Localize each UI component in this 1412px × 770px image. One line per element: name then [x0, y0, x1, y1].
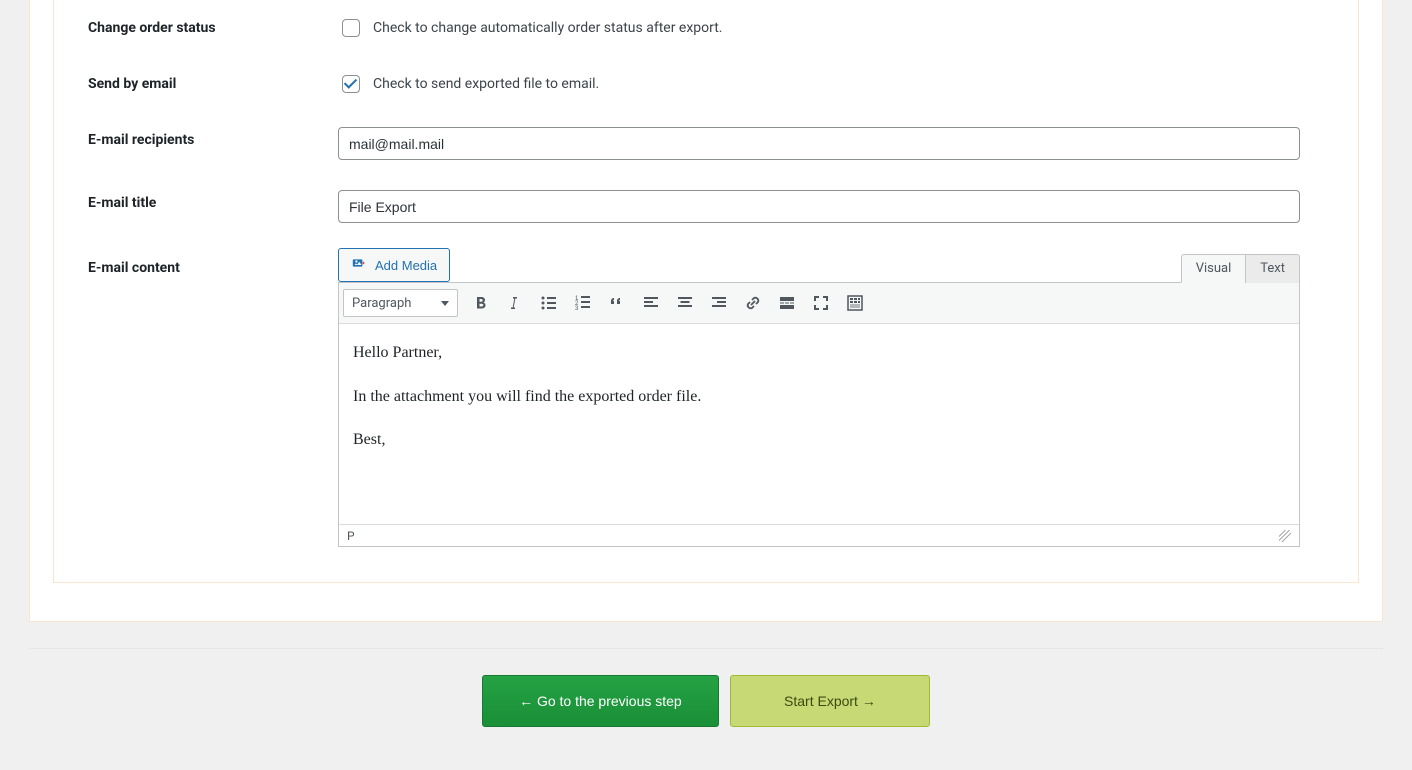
- link-icon: [743, 293, 763, 313]
- toolbar-toggle-icon: [845, 293, 865, 313]
- change-order-status-caption: Check to change automatically order stat…: [373, 20, 723, 36]
- email-recipients-input[interactable]: [338, 127, 1300, 160]
- row-send-by-email: Send by email Check to send exported fil…: [88, 56, 1324, 112]
- numbered-list-button[interactable]: 123: [566, 287, 600, 319]
- fullscreen-button[interactable]: [804, 287, 838, 319]
- format-select-label: Paragraph: [352, 296, 411, 311]
- align-center-icon: [675, 293, 695, 313]
- italic-button[interactable]: [498, 287, 532, 319]
- media-icon: [351, 257, 369, 273]
- bold-button[interactable]: [464, 287, 498, 319]
- align-right-button[interactable]: [702, 287, 736, 319]
- read-more-icon: [777, 293, 797, 313]
- row-email-content: E-mail content: [88, 238, 1324, 562]
- tab-text[interactable]: Text: [1245, 254, 1300, 283]
- editor-paragraph: In the attachment you will find the expo…: [353, 384, 1285, 410]
- label-change-order-status: Change order status: [88, 0, 338, 56]
- align-left-icon: [641, 293, 661, 313]
- add-media-button[interactable]: Add Media: [338, 248, 450, 282]
- chevron-down-icon: [441, 301, 449, 306]
- email-title-input[interactable]: [338, 190, 1300, 223]
- align-center-button[interactable]: [668, 287, 702, 319]
- tab-visual[interactable]: Visual: [1181, 254, 1246, 283]
- bold-icon: [471, 293, 491, 313]
- bullet-list-icon: [539, 293, 559, 313]
- resize-handle[interactable]: [1279, 530, 1291, 542]
- label-email-title: E-mail title: [88, 175, 338, 238]
- svg-text:3: 3: [575, 306, 579, 312]
- align-right-icon: [709, 293, 729, 313]
- blockquote-button[interactable]: [600, 287, 634, 319]
- send-by-email-field[interactable]: Check to send exported file to email.: [338, 72, 1324, 96]
- row-change-order-status: Change order status Check to change auto…: [88, 0, 1324, 56]
- bullet-list-button[interactable]: [532, 287, 566, 319]
- label-email-content: E-mail content: [88, 238, 338, 562]
- toolbar-toggle-button[interactable]: [838, 287, 872, 319]
- read-more-button[interactable]: [770, 287, 804, 319]
- label-send-by-email: Send by email: [88, 56, 338, 112]
- start-export-button[interactable]: Start Export →: [730, 675, 930, 727]
- fullscreen-icon: [811, 293, 831, 313]
- change-order-status-field[interactable]: Check to change automatically order stat…: [338, 16, 1324, 40]
- italic-icon: [505, 293, 525, 313]
- format-select[interactable]: Paragraph: [343, 289, 458, 317]
- label-email-recipients: E-mail recipients: [88, 112, 338, 175]
- send-by-email-caption: Check to send exported file to email.: [373, 76, 599, 92]
- editor-element-path[interactable]: P: [347, 529, 355, 543]
- row-email-recipients: E-mail recipients: [88, 112, 1324, 175]
- change-order-status-checkbox[interactable]: [342, 19, 360, 37]
- send-by-email-checkbox[interactable]: [342, 75, 360, 93]
- editor-paragraph: Best,: [353, 427, 1285, 453]
- link-button[interactable]: [736, 287, 770, 319]
- add-media-label: Add Media: [375, 258, 437, 273]
- numbered-list-icon: 123: [573, 293, 593, 313]
- quote-icon: [607, 293, 627, 313]
- previous-step-button[interactable]: ← Go to the previous step: [482, 675, 719, 727]
- editor-body[interactable]: Hello Partner, In the attachment you wil…: [339, 324, 1299, 524]
- editor: Paragraph: [338, 282, 1300, 547]
- editor-paragraph: Hello Partner,: [353, 340, 1285, 366]
- row-email-title: E-mail title: [88, 175, 1324, 238]
- align-left-button[interactable]: [634, 287, 668, 319]
